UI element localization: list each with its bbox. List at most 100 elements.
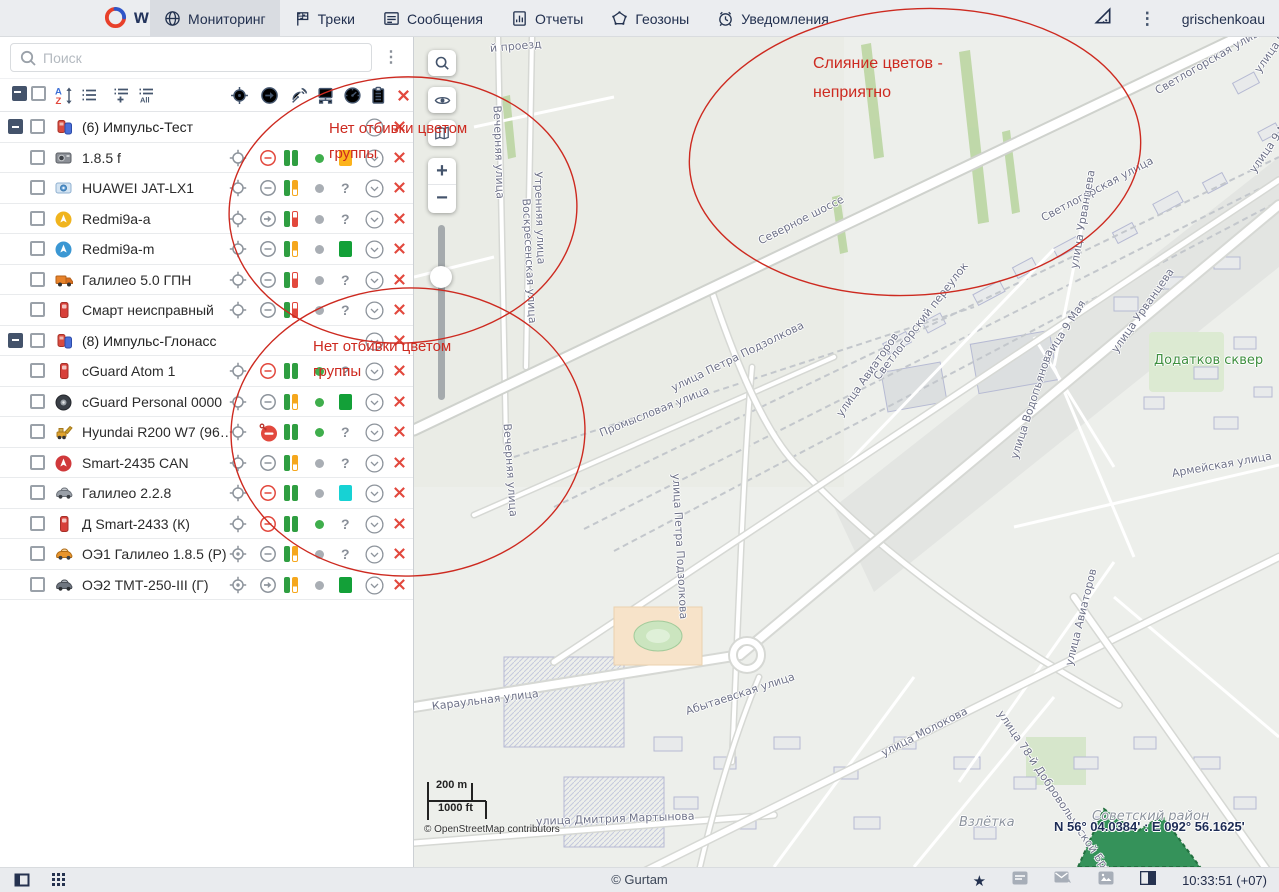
locate-unit-button[interactable] (229, 484, 247, 502)
unit-select-checkbox[interactable] (30, 424, 45, 439)
locate-unit-button[interactable] (229, 515, 247, 533)
clipboard-button[interactable] (369, 86, 387, 105)
arrow-gray-icon[interactable] (259, 576, 277, 594)
remove-from-list-button[interactable] (393, 181, 406, 199)
remove-from-list-button[interactable] (393, 547, 406, 565)
unit-select-checkbox[interactable] (30, 546, 45, 561)
group-state-checkbox[interactable] (8, 119, 23, 134)
unit-menu-dropdown[interactable] (365, 271, 384, 295)
show-all-button[interactable]: All (137, 86, 156, 104)
locate-unit-button[interactable] (229, 393, 247, 411)
remove-from-list-button[interactable] (393, 334, 406, 352)
remove-from-list-button[interactable] (393, 242, 406, 260)
search-box[interactable] (10, 43, 372, 72)
group-select-checkbox[interactable] (30, 333, 45, 348)
clear-list-button[interactable] (396, 88, 411, 103)
unit-menu-dropdown[interactable] (365, 210, 384, 234)
unit-menu-dropdown[interactable] (365, 454, 384, 478)
list-view-button[interactable] (80, 86, 98, 104)
unit-row[interactable]: Redmi9a-a? (0, 204, 413, 235)
blocked-red-icon[interactable] (259, 423, 277, 441)
unit-row[interactable]: cGuard Atom 1? (0, 356, 413, 387)
minus-red-icon[interactable] (259, 362, 277, 380)
minus-red-icon[interactable] (259, 149, 277, 167)
unit-row[interactable]: Галилео 2.2.8 (0, 478, 413, 509)
tab-треки[interactable]: Треки (280, 0, 369, 37)
favorites-star-icon[interactable]: ★ (973, 872, 986, 890)
minus-gray-icon[interactable] (259, 301, 277, 319)
unit-select-checkbox[interactable] (30, 180, 45, 195)
arrow-gray-icon[interactable] (259, 210, 277, 228)
unit-row[interactable]: ОЭ1 Галилео 1.8.5 (Р)? (0, 539, 413, 570)
remove-from-list-button[interactable] (393, 151, 406, 169)
unit-select-checkbox[interactable] (30, 577, 45, 592)
unit-menu-dropdown[interactable] (365, 332, 384, 356)
ruler-tools-icon[interactable] (1093, 6, 1113, 31)
tab-геозоны[interactable]: Геозоны (597, 0, 703, 37)
group-state-checkbox[interactable] (8, 333, 23, 348)
locate-unit-button[interactable] (229, 210, 247, 228)
unit-menu-dropdown[interactable] (365, 515, 384, 539)
minus-gray-icon[interactable] (259, 271, 277, 289)
unit-row[interactable]: HUAWEI JAT-LX1? (0, 173, 413, 204)
unit-menu-dropdown[interactable] (365, 484, 384, 508)
unit-row[interactable]: cGuard Personal 0000 (0, 387, 413, 418)
gauge-button[interactable] (343, 86, 362, 105)
minus-gray-icon[interactable] (259, 179, 277, 197)
locate-unit-button[interactable] (229, 576, 247, 594)
satellite-monitoring-button[interactable] (290, 86, 309, 105)
tab-сообщения[interactable]: Сообщения (369, 0, 497, 37)
remove-from-list-button[interactable] (393, 395, 406, 413)
mail-send-icon[interactable] (1054, 871, 1072, 890)
unit-select-checkbox[interactable] (30, 272, 45, 287)
map-search-button[interactable] (428, 50, 456, 76)
remove-from-list-button[interactable] (393, 578, 406, 596)
unit-row[interactable]: Redmi9a-m (0, 234, 413, 265)
group-row[interactable]: (6) Импульс-Тест (0, 112, 413, 143)
tab-отчеты[interactable]: Отчеты (497, 0, 597, 37)
locate-all-target-button[interactable] (230, 86, 249, 105)
remove-from-list-button[interactable] (393, 456, 406, 474)
zoom-in-button[interactable]: + (428, 158, 456, 185)
map-canvas[interactable]: й проездВечерняя улицаУтренняя улицаВоск… (414, 37, 1279, 867)
unit-row[interactable]: 1.8.5 f (0, 143, 413, 174)
group-select-checkbox[interactable] (30, 119, 45, 134)
tab-мониторинг[interactable]: Мониторинг (150, 0, 280, 37)
unit-menu-dropdown[interactable] (365, 423, 384, 447)
unit-menu-dropdown[interactable] (365, 576, 384, 600)
select-all-indeterminate-checkbox[interactable] (12, 86, 27, 101)
unit-menu-dropdown[interactable] (365, 179, 384, 203)
minus-gray-icon[interactable] (259, 240, 277, 258)
unit-menu-dropdown[interactable] (365, 118, 384, 142)
unit-select-checkbox[interactable] (30, 516, 45, 531)
deselect-all-checkbox[interactable] (31, 86, 46, 101)
remove-from-list-button[interactable] (393, 425, 406, 443)
header-kebab-menu[interactable]: ⋮ (1139, 9, 1156, 29)
group-row[interactable]: (8) Импульс-Глонасс (0, 326, 413, 357)
unit-menu-dropdown[interactable] (365, 240, 384, 264)
unit-select-checkbox[interactable] (30, 485, 45, 500)
unit-row[interactable]: Смарт неисправный? (0, 295, 413, 326)
unit-row[interactable]: ОЭ2 ТМТ-250-III (Г) (0, 570, 413, 601)
unit-select-checkbox[interactable] (30, 455, 45, 470)
network-monitor-button[interactable] (316, 86, 335, 105)
search-options-kebab[interactable]: ⋮ (383, 47, 399, 67)
zoom-slider-handle[interactable] (430, 266, 452, 288)
add-to-list-button[interactable] (112, 86, 130, 104)
minus-red-icon[interactable] (259, 515, 277, 533)
remove-from-list-button[interactable] (393, 303, 406, 321)
unit-menu-dropdown[interactable] (365, 393, 384, 417)
zoom-out-button[interactable]: − (428, 185, 456, 212)
unit-menu-dropdown[interactable] (365, 545, 384, 569)
unit-menu-dropdown[interactable] (365, 362, 384, 386)
zoom-slider-track[interactable] (438, 225, 445, 400)
log-icon[interactable] (1012, 871, 1028, 890)
unit-select-checkbox[interactable] (30, 150, 45, 165)
remove-from-list-button[interactable] (393, 364, 406, 382)
remove-from-list-button[interactable] (393, 486, 406, 504)
locate-unit-button[interactable] (229, 271, 247, 289)
minus-red-icon[interactable] (259, 484, 277, 502)
unit-row[interactable]: Hyundai R200 W7 (96…? (0, 417, 413, 448)
map-visibility-button[interactable] (428, 87, 456, 113)
remove-from-list-button[interactable] (393, 212, 406, 230)
